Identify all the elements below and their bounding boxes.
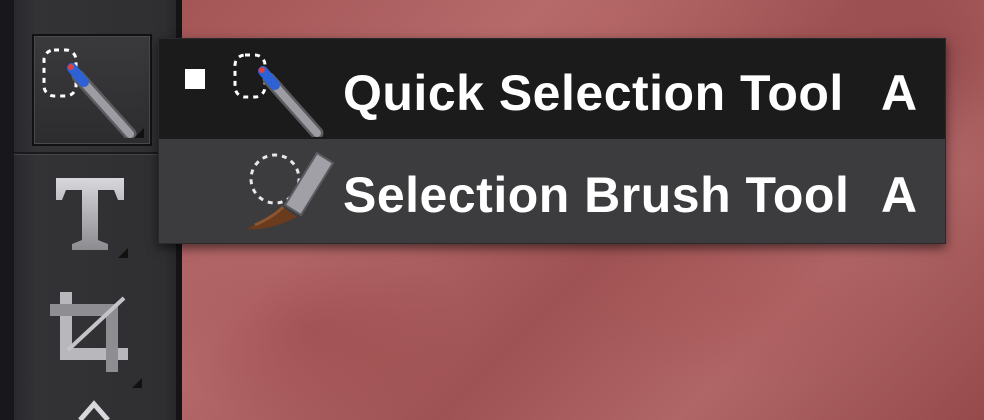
menu-item-quick-selection-tool[interactable]: Quick Selection Tool A <box>159 39 945 139</box>
menu-item-label: Selection Brush Tool <box>343 167 850 223</box>
tool-brush[interactable] <box>32 0 152 10</box>
tool-type[interactable] <box>32 168 152 280</box>
eraser-icon <box>76 400 112 420</box>
panel-left-edge <box>0 0 14 420</box>
menu-item-shortcut: A <box>881 167 918 223</box>
tool-eraser[interactable] <box>32 396 152 420</box>
quick-selection-icon <box>40 42 146 138</box>
tool-group-indicator <box>134 128 144 138</box>
menu-item-shortcut: A <box>881 65 918 121</box>
menu-item-selection-brush-tool[interactable]: Selection Brush Tool A <box>159 141 945 241</box>
menu-item-label: Quick Selection Tool <box>343 65 844 121</box>
tools-panel <box>0 0 182 420</box>
quick-selection-icon <box>229 47 329 137</box>
type-icon <box>50 170 130 254</box>
tool-group-indicator <box>132 378 142 388</box>
crop-icon <box>44 288 134 374</box>
selection-brush-icon <box>239 145 339 235</box>
tool-crop[interactable] <box>32 282 152 394</box>
tool-flyout-menu: Quick Selection Tool A Selection Brush T… <box>158 38 946 244</box>
tool-quick-selection[interactable] <box>32 34 152 146</box>
brush-icon <box>32 0 152 10</box>
tool-divider <box>14 152 176 155</box>
checked-indicator-icon <box>185 69 205 89</box>
tool-group-indicator <box>118 248 128 258</box>
